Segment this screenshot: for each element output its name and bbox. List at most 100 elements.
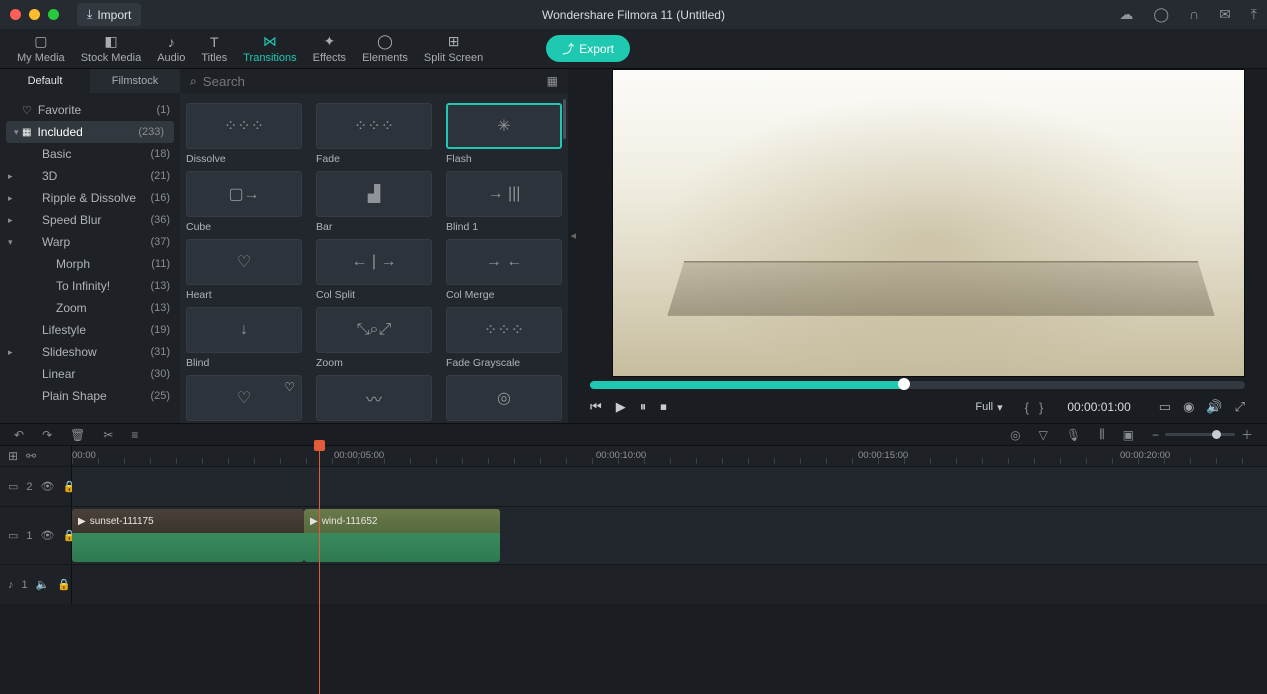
delete-button[interactable]: 🗑 <box>70 428 85 442</box>
category-3d[interactable]: ▸3D(21) <box>0 165 180 187</box>
track-lane-v1[interactable]: ▶sunset-111175▶wind-111652 <box>72 507 1267 564</box>
film-icon: ▶ <box>310 516 318 527</box>
category-speed-blur[interactable]: ▸Speed Blur(36) <box>0 209 180 231</box>
link-icon[interactable]: ⚯ <box>26 449 36 463</box>
transition-heart[interactable]: ♡Heart <box>186 239 302 301</box>
transition-dissolve[interactable]: ⁘⁘⁘Dissolve <box>186 103 302 165</box>
transition-item-13[interactable]: 〰 <box>316 375 432 423</box>
visibility-icon[interactable]: 👁 <box>41 480 55 493</box>
zoom-in-button[interactable]: ＋ <box>1241 426 1253 443</box>
tab-effects[interactable]: ✦Effects <box>305 29 354 68</box>
play-button[interactable]: ▶ <box>616 399 626 415</box>
sidebar-tab-default[interactable]: Default <box>0 69 90 93</box>
category-basic[interactable]: Basic(18) <box>0 143 180 165</box>
sidebar-tab-filmstock[interactable]: Filmstock <box>90 69 180 93</box>
mixer-icon[interactable]: ⫼ <box>1099 427 1105 442</box>
category-lifestyle[interactable]: Lifestyle(19) <box>0 319 180 341</box>
time-ruler[interactable]: 00:0000:00:05:0000:00:10:0000:00:15:0000… <box>72 446 1267 466</box>
category-to-infinity-[interactable]: To Infinity!(13) <box>0 275 180 297</box>
transition-col-split[interactable]: ← | →Col Split <box>316 239 432 301</box>
headset-icon[interactable]: ∩ <box>1189 6 1199 23</box>
favorite-icon[interactable]: ♡ <box>284 380 295 394</box>
transition-cube[interactable]: ▢→Cube <box>186 171 302 233</box>
stop-button[interactable]: ⏹ <box>660 399 667 415</box>
category-zoom[interactable]: Zoom(13) <box>0 297 180 319</box>
tab-elements[interactable]: ◯Elements <box>354 29 416 68</box>
tab-transitions[interactable]: ⋈Transitions <box>235 29 304 68</box>
mic-icon[interactable]: 🎙 <box>1066 428 1081 442</box>
category-count: (13) <box>150 302 170 314</box>
tab-my-media[interactable]: ▢My Media <box>9 29 73 68</box>
category-linear[interactable]: Linear(30) <box>0 363 180 385</box>
tab-stock-media[interactable]: ◧Stock Media <box>73 29 150 68</box>
export-button[interactable]: ⤴ Export <box>546 35 630 62</box>
playhead[interactable] <box>319 446 320 694</box>
category-count: (11) <box>151 258 170 270</box>
transition-fade-grayscale[interactable]: ⁘⁘⁘Fade Grayscale <box>446 307 562 369</box>
volume-icon[interactable]: 🔊 <box>1206 399 1222 415</box>
prev-frame-button[interactable]: ⏮ <box>590 399 602 415</box>
preview-scrubber[interactable] <box>590 381 1245 389</box>
category-plain-shape[interactable]: Plain Shape(25) <box>0 385 180 407</box>
transition-flash[interactable]: ✳Flash <box>446 103 562 165</box>
transition-col-merge[interactable]: → ←Col Merge <box>446 239 562 301</box>
transition-blind-1[interactable]: → |||Blind 1 <box>446 171 562 233</box>
snapshot-icon[interactable]: ◉ <box>1183 399 1194 415</box>
display-icon[interactable]: ▭ <box>1159 399 1171 415</box>
category-ripple-dissolve[interactable]: ▸Ripple & Dissolve(16) <box>0 187 180 209</box>
pause-button[interactable]: ⏸ <box>640 399 647 415</box>
category-slideshow[interactable]: ▸Slideshow(31) <box>0 341 180 363</box>
tab-audio[interactable]: ♪Audio <box>149 30 193 68</box>
transition-blind[interactable]: ↓Blind <box>186 307 302 369</box>
split-button[interactable]: ✂ <box>103 428 113 442</box>
scrollbar[interactable] <box>563 99 566 139</box>
magnet-icon[interactable]: ⊞ <box>8 449 18 463</box>
fullscreen-icon[interactable]: ⤢ <box>1235 399 1245 415</box>
minimize-window[interactable] <box>29 9 40 20</box>
crop-icon[interactable]: ▣ <box>1123 428 1134 442</box>
zoom-slider[interactable] <box>1165 433 1235 436</box>
zoom-knob[interactable] <box>1212 430 1221 439</box>
mail-icon[interactable]: ✉ <box>1219 6 1231 23</box>
transition-fade[interactable]: ⁘⁘⁘Fade <box>316 103 432 165</box>
mute-icon[interactable]: 🔈 <box>36 578 50 591</box>
clip-sunset-111175[interactable]: ▶sunset-111175 <box>72 509 304 562</box>
scrub-knob[interactable] <box>898 378 910 390</box>
lock-icon[interactable]: 🔒 <box>57 578 71 591</box>
transition-item-14[interactable]: ◎ <box>446 375 562 423</box>
category-warp[interactable]: ▾Warp(37) <box>0 231 180 253</box>
category-morph[interactable]: Morph(11) <box>0 253 180 275</box>
tab-titles[interactable]: TTitles <box>193 30 235 68</box>
preview-viewport[interactable] <box>612 69 1245 377</box>
transition-bar[interactable]: ▟Bar <box>316 171 432 233</box>
account-icon[interactable]: ◯ <box>1153 6 1169 23</box>
clip-wind-111652[interactable]: ▶wind-111652 <box>304 509 500 562</box>
transition-item-12[interactable]: ♡♡ <box>186 375 302 423</box>
category-included[interactable]: ▾▦Included(233) <box>6 121 174 143</box>
mark-out-button[interactable]: } <box>1039 400 1043 415</box>
redo-button[interactable]: ↷ <box>42 428 52 442</box>
track-type-icon: ▭ <box>8 529 18 542</box>
close-window[interactable] <box>10 9 21 20</box>
track-lane-a1[interactable] <box>72 565 1267 604</box>
collapse-handle[interactable]: ◂ <box>570 229 576 242</box>
tab-split-screen[interactable]: ⊞Split Screen <box>416 29 491 68</box>
marker-icon[interactable]: ▽ <box>1039 428 1048 442</box>
quality-select[interactable]: Full ▾ <box>969 399 1008 416</box>
notify-icon[interactable]: ⤒ <box>1251 6 1257 23</box>
mark-in-button[interactable]: { <box>1025 400 1029 415</box>
undo-button[interactable]: ↶ <box>14 428 24 442</box>
color-icon[interactable]: ◎ <box>1010 428 1020 442</box>
maximize-window[interactable] <box>48 9 59 20</box>
import-button[interactable]: ⤓ Import <box>77 3 141 26</box>
zoom-out-button[interactable]: − <box>1152 428 1159 442</box>
visibility-icon[interactable]: 👁 <box>41 529 55 542</box>
transition-zoom[interactable]: ⤡⌕⤢Zoom <box>316 307 432 369</box>
category-favorite[interactable]: ♡Favorite(1) <box>0 99 180 121</box>
more-button[interactable]: ≡ <box>131 428 138 442</box>
track-lane-v2[interactable] <box>72 467 1267 506</box>
cloud-icon[interactable]: ☁ <box>1119 6 1133 23</box>
search-input[interactable] <box>203 74 541 89</box>
grid-view-icon[interactable]: ▦ <box>547 74 558 88</box>
track-type-icon: ▭ <box>8 480 18 493</box>
